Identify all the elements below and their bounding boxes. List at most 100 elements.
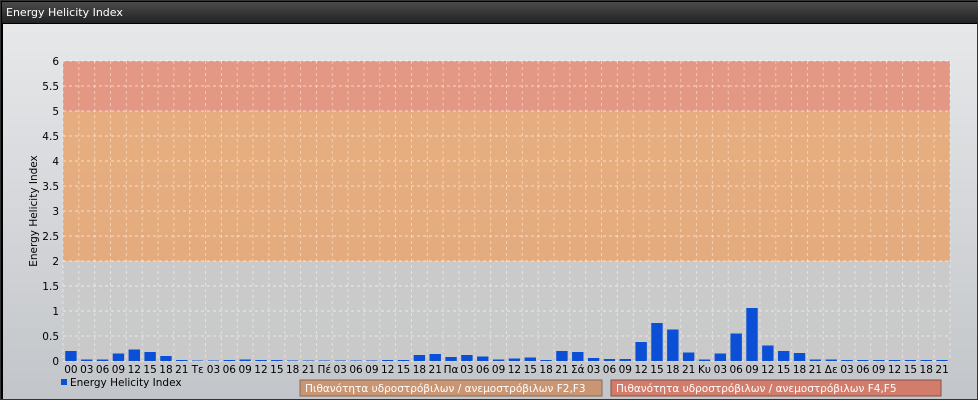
legend-label-ehi: Energy Helicity Index [70,377,182,389]
bar [540,360,552,361]
x-tick-label: 15 [524,364,537,376]
x-tick-label: 03 [334,364,347,376]
bar [128,349,140,361]
chart-window: Energy Helicity Index 0 0.5 1 1.5 2 2.5 3 3.5 4 4… [0,0,978,400]
bar [286,360,299,361]
x-tick-label: 09 [745,364,758,376]
y-tick-label: 4 [52,156,59,168]
x-tick-label: 15 [650,364,663,376]
bar [413,355,426,361]
bar [271,360,283,361]
bar [191,360,204,361]
y-tick-label: 3 [52,206,59,218]
x-axis-ticks: 00 03 06 09 12 15 18 21 Τε 03 06 09 12 15 18 21 Πέ 03 06 09… [64,364,949,376]
bar [556,351,568,361]
bar [857,360,869,361]
bar [96,359,109,361]
bar [65,351,77,361]
x-tick-label: 03 [840,364,853,376]
x-tick-label: 21 [175,364,188,376]
bar [524,357,536,361]
x-tick-label: 06 [96,364,110,376]
bar [318,360,331,361]
y-tick-label: 3.5 [42,181,59,193]
y-tick-label: 5 [52,106,59,118]
legend-swatch-ehi [61,379,67,385]
x-tick-label: 15 [777,364,790,376]
bar [382,360,394,361]
bar [635,342,647,361]
x-tick-label: 06 [223,364,237,376]
bar [920,360,932,361]
bar [508,358,521,361]
x-tick-label: 09 [492,364,505,376]
y-tick-label: 0 [52,356,59,368]
bar [477,356,489,361]
bar [461,355,473,361]
bar [603,359,616,361]
legend-band-f2f3-label: Πιθανότητα υδροστρόβιλων / ανεμοστρόβιλω… [305,383,586,395]
x-tick-label: 03 [714,364,727,376]
x-tick-label: Πα [444,364,459,376]
bar [302,360,315,361]
x-tick-label: 15 [143,364,156,376]
window-title: Energy Helicity Index [2,2,978,23]
y-axis-ticks: 0 0.5 1 1.5 2 2.5 3 3.5 4 4.5 5 5.5 6 [42,56,59,368]
bar [809,359,822,361]
x-tick-label: 21 [682,364,695,376]
bar [176,360,188,361]
y-tick-label: 2 [52,256,59,268]
x-tick-label: 09 [112,364,125,376]
bar [366,360,378,361]
bar [762,345,774,361]
x-tick-label: 21 [935,364,948,376]
x-tick-label: 15 [397,364,410,376]
bar [239,359,251,361]
bar [730,333,742,361]
bar [397,360,410,361]
x-tick-label: 12 [381,364,394,376]
legend-band-f4f5-label: Πιθανότητα υδροστρόβιλων / ανεμοστρόβιλω… [616,383,897,395]
y-tick-label: 1.5 [42,281,59,293]
x-tick-label: 09 [619,364,632,376]
x-tick-label: 18 [539,364,552,376]
x-tick-label: 15 [270,364,283,376]
x-tick-label: 12 [254,364,267,376]
y-tick-label: 2.5 [42,231,59,243]
y-axis-label: Energy Helicity Index [28,155,40,267]
x-tick-label: 09 [365,364,378,376]
bar [445,357,457,361]
x-tick-label: 03 [80,364,93,376]
x-tick-label: 06 [856,364,870,376]
bar [873,360,885,361]
y-tick-label: 6 [52,56,59,68]
bar [429,354,441,361]
bar [793,353,806,361]
y-tick-label: 5.5 [42,81,59,93]
x-tick-label: 03 [207,364,220,376]
x-tick-label: 21 [555,364,568,376]
x-tick-label: 18 [666,364,679,376]
x-tick-label: 06 [729,364,743,376]
bar [936,360,948,361]
x-tick-label: Σά [571,364,585,376]
x-tick-label: 00 [64,364,77,376]
x-tick-label: 18 [413,364,426,376]
bar [350,360,362,361]
bar [492,359,505,361]
bar [825,359,837,361]
bar [81,359,93,361]
bar [587,358,600,361]
x-tick-label: 09 [238,364,251,376]
bar [144,352,156,361]
bar [841,360,853,361]
bar [714,353,727,361]
bar [160,356,172,361]
x-tick-label: 09 [872,364,885,376]
x-tick-label: 18 [793,364,806,376]
bar [207,360,220,361]
x-tick-label: 06 [603,364,617,376]
bar [667,329,679,361]
bar [255,360,267,361]
bar [682,352,695,361]
